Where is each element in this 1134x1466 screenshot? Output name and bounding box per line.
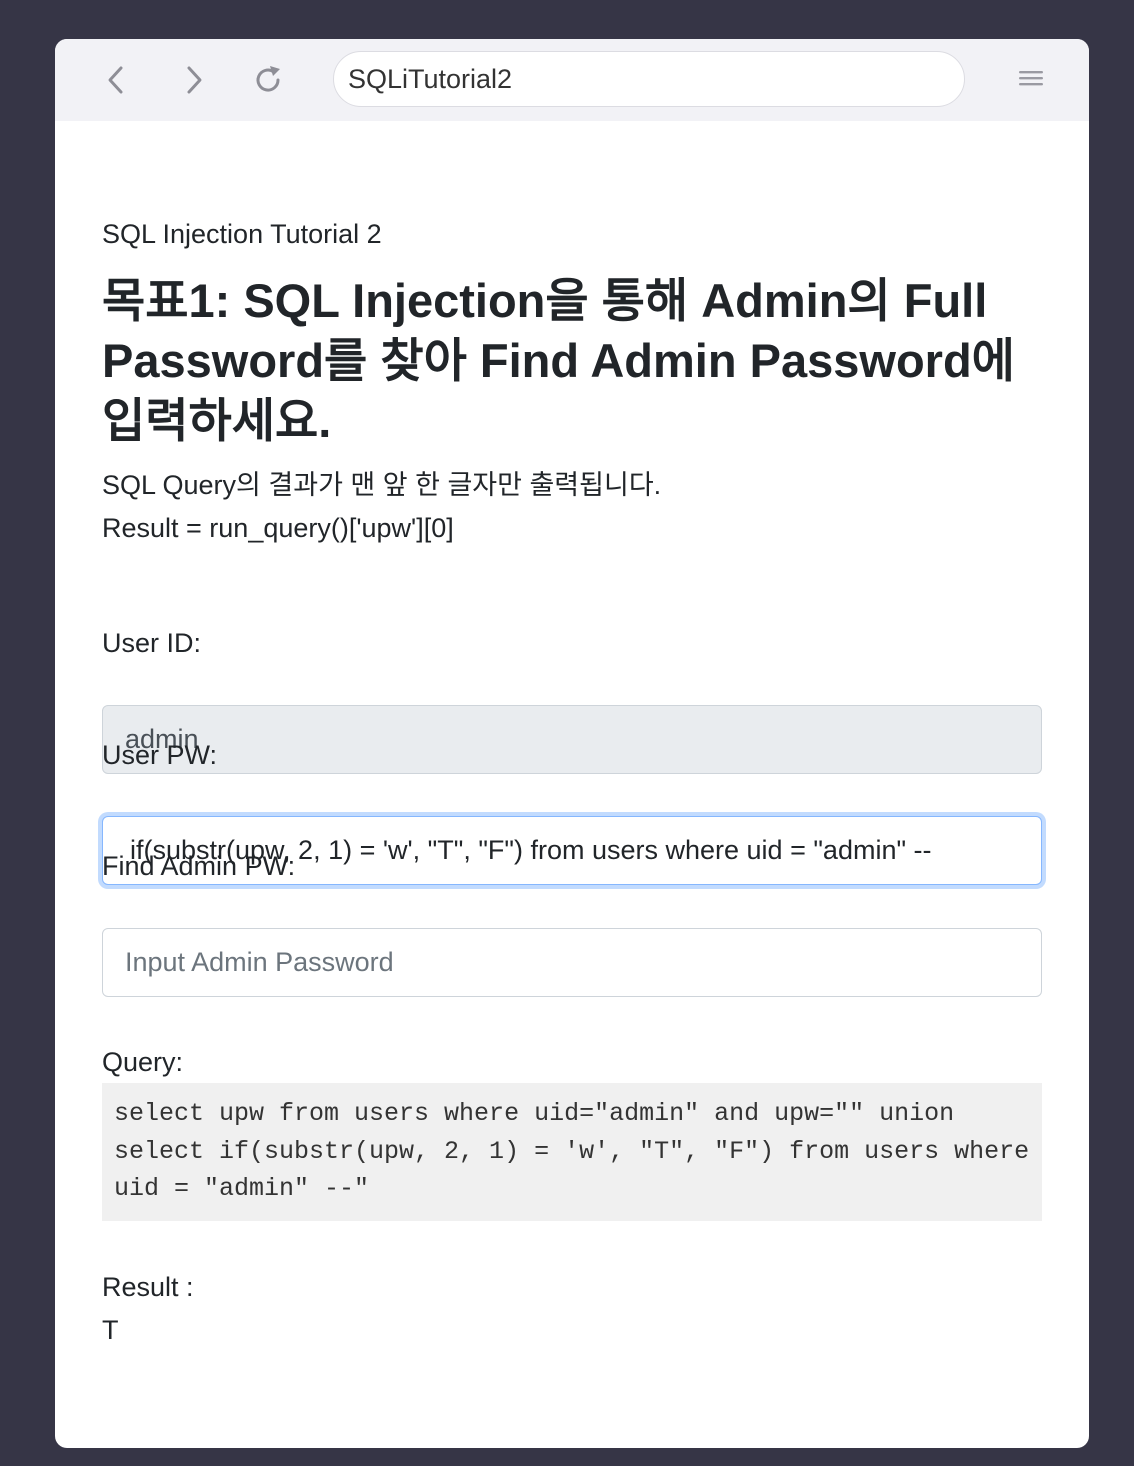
description-text: SQL Query의 결과가 맨 앞 한 글자만 출력됩니다. — [102, 470, 662, 500]
reload-button[interactable] — [249, 61, 287, 99]
query-display: select upw from users where uid="admin" … — [102, 1083, 1042, 1221]
page-subtitle: SQL Injection Tutorial 2 — [102, 219, 382, 249]
result-formula-text: Result = run_query()['upw'][0] — [102, 513, 454, 543]
result-label: Result : — [102, 1272, 194, 1302]
reload-icon — [252, 64, 284, 96]
user-pw-label: User PW: — [102, 740, 218, 770]
find-admin-pw-label: Find Admin PW: — [102, 851, 296, 881]
query-label: Query: — [102, 1047, 184, 1077]
chevron-left-icon — [106, 65, 126, 95]
user-id-input[interactable] — [102, 705, 1042, 774]
browser-window: SQLiTutorial2 SQL Injection Tutorial 2 목… — [55, 39, 1089, 1448]
hamburger-menu-icon — [1018, 68, 1044, 93]
result-value: T — [102, 1315, 119, 1345]
forward-button[interactable] — [175, 61, 213, 99]
address-bar[interactable]: SQLiTutorial2 — [333, 51, 965, 107]
menu-button[interactable] — [1013, 65, 1049, 95]
user-id-label: User ID: — [102, 628, 202, 658]
back-button[interactable] — [97, 61, 135, 99]
browser-toolbar: SQLiTutorial2 — [55, 39, 1089, 121]
find-admin-pw-input[interactable] — [102, 928, 1042, 997]
page-title: 목표1: SQL Injection을 통해 Admin의 Full Passw… — [102, 274, 1015, 447]
chevron-right-icon — [184, 65, 204, 95]
